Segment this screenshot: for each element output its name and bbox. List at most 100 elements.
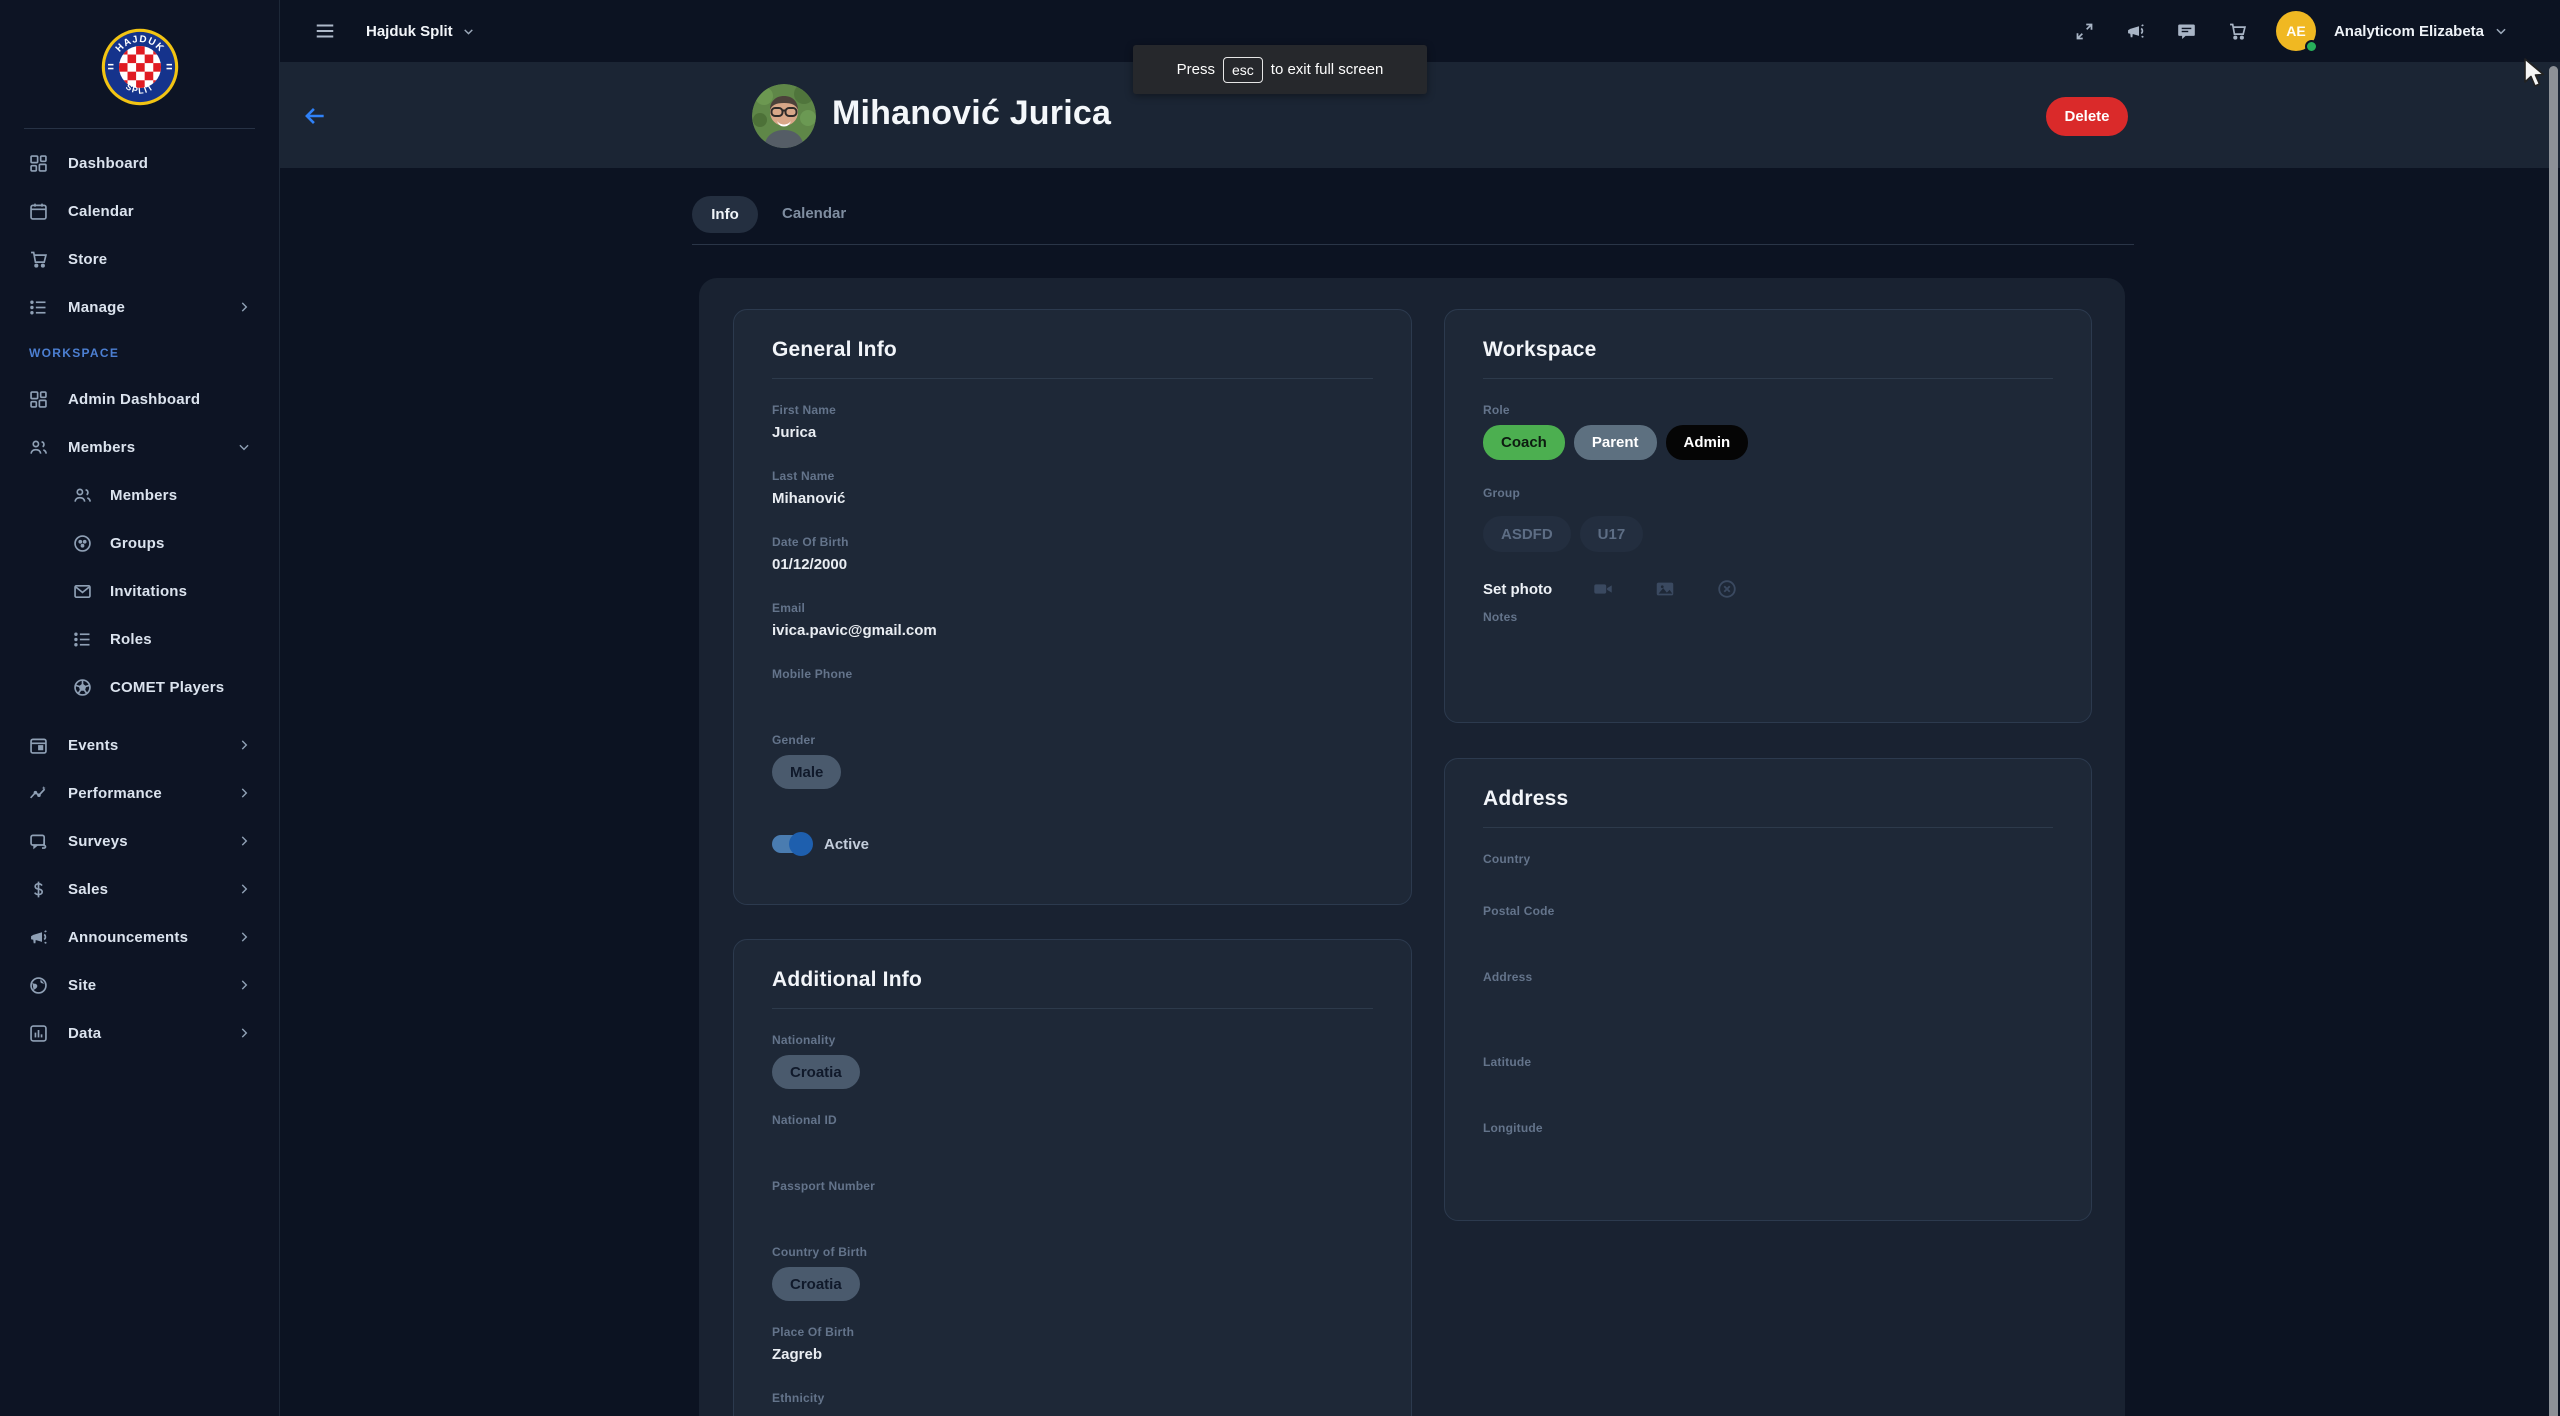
field-label: First Name [772, 403, 1373, 417]
sidebar-item-label: Performance [68, 785, 162, 802]
sidebar-item-events[interactable]: Events [0, 721, 279, 769]
active-toggle-row: Active [772, 835, 1373, 853]
field-place-of-birth[interactable]: Place Of Birth Zagreb [772, 1325, 1373, 1391]
team-name: Hajduk Split [366, 23, 453, 40]
remove-photo-icon[interactable] [1716, 578, 1738, 600]
sidebar-subitem-groups[interactable]: Groups [0, 519, 279, 567]
country-of-birth-pill[interactable]: Croatia [772, 1267, 860, 1301]
field-label: Gender [772, 733, 1373, 747]
scrollbar-thumb[interactable] [2549, 66, 2558, 1416]
role-pill-coach[interactable]: Coach [1483, 425, 1565, 460]
sidebar-item-label: COMET Players [110, 679, 224, 696]
soccer-ball-icon [72, 677, 93, 698]
set-photo-label: Set photo [1483, 581, 1552, 598]
group-pills: ASDFD U17 [1483, 508, 2053, 552]
vertical-scrollbar[interactable] [2546, 0, 2560, 1416]
video-camera-icon[interactable] [1592, 578, 1614, 600]
nationality-pill[interactable]: Croatia [772, 1055, 860, 1089]
role-label: Role [1483, 403, 2053, 417]
field-national-id[interactable]: National ID [772, 1113, 1373, 1179]
members-icon [72, 485, 93, 506]
sidebar-item-label: Members [110, 487, 177, 504]
chevron-right-icon [237, 300, 251, 314]
field-label: National ID [772, 1113, 1373, 1127]
card-divider [772, 1008, 1373, 1009]
field-date-of-birth[interactable]: Date Of Birth 01/12/2000 [772, 535, 1373, 601]
chevron-right-icon [237, 786, 251, 800]
chevron-right-icon [237, 978, 251, 992]
active-toggle[interactable] [772, 835, 810, 853]
sidebar-section-workspace: WORKSPACE [0, 331, 279, 375]
group-pill[interactable]: ASDFD [1483, 516, 1571, 552]
chevron-right-icon [237, 882, 251, 896]
workspace-card: Workspace Role Coach Parent Admin Group … [1444, 309, 2092, 723]
gender-pill[interactable]: Male [772, 755, 841, 789]
notes-label: Notes [1483, 610, 2053, 624]
chevron-down-icon[interactable] [2494, 24, 2508, 38]
sidebar-item-members[interactable]: Members [0, 423, 279, 471]
group-pill[interactable]: U17 [1580, 516, 1644, 552]
sidebar-subitem-comet-players[interactable]: COMET Players [0, 663, 279, 711]
sidebar-subitem-roles[interactable]: Roles [0, 615, 279, 663]
sidebar-item-calendar[interactable]: Calendar [0, 187, 279, 235]
page-title: Mihanović Jurica [832, 94, 1111, 133]
tab-calendar[interactable]: Calendar [782, 205, 846, 222]
sidebar-item-surveys[interactable]: Surveys [0, 817, 279, 865]
field-label: Longitude [1483, 1121, 2053, 1135]
esc-key-badge: esc [1223, 57, 1263, 83]
sidebar-item-store[interactable]: Store [0, 235, 279, 283]
user-name[interactable]: Analyticom Elizabeta [2334, 23, 2484, 40]
sidebar-item-sales[interactable]: Sales [0, 865, 279, 913]
role-pill-admin[interactable]: Admin [1666, 425, 1749, 460]
field-ethnicity[interactable]: Ethnicity [772, 1391, 1373, 1416]
sidebar-item-data[interactable]: Data [0, 1009, 279, 1057]
back-arrow-icon[interactable] [302, 103, 328, 129]
field-label: Mobile Phone [772, 667, 1373, 681]
image-icon[interactable] [1654, 578, 1676, 600]
sidebar-item-announcements[interactable]: Announcements [0, 913, 279, 961]
field-country-of-birth: Country of Birth Croatia [772, 1245, 1373, 1325]
delete-button[interactable]: Delete [2046, 97, 2128, 136]
field-label: Place Of Birth [772, 1325, 1373, 1339]
topbar-actions: AE Analyticom Elizabeta [2044, 11, 2560, 51]
sidebar-item-site[interactable]: Site [0, 961, 279, 1009]
field-email[interactable]: Email ivica.pavic@gmail.com [772, 601, 1373, 667]
field-nationality: Nationality Croatia [772, 1033, 1373, 1113]
chevron-right-icon [237, 930, 251, 944]
sidebar-subitem-members[interactable]: Members [0, 471, 279, 519]
field-first-name[interactable]: First Name Jurica [772, 403, 1373, 469]
field-longitude[interactable]: Longitude [1483, 1121, 2053, 1187]
sidebar-item-label: Manage [68, 299, 125, 316]
hamburger-menu-icon[interactable] [314, 20, 336, 42]
sidebar-item-admin-dashboard[interactable]: Admin Dashboard [0, 375, 279, 423]
user-avatar[interactable]: AE [2276, 11, 2316, 51]
sidebar-item-label: Admin Dashboard [68, 391, 200, 408]
field-country[interactable]: Country [1483, 852, 2053, 904]
sidebar-item-dashboard[interactable]: Dashboard [0, 139, 279, 187]
sidebar-item-label: Announcements [68, 929, 188, 946]
team-switcher[interactable]: Hajduk Split [366, 23, 475, 40]
member-photo [752, 84, 816, 148]
tab-info[interactable]: Info [692, 196, 758, 233]
role-pill-parent[interactable]: Parent [1574, 425, 1657, 460]
field-address[interactable]: Address [1483, 970, 2053, 1055]
field-postal-code[interactable]: Postal Code [1483, 904, 2053, 970]
members-icon [28, 437, 49, 458]
card-divider [1483, 827, 2053, 828]
announcements-icon[interactable] [2125, 21, 2146, 42]
field-mobile-phone[interactable]: Mobile Phone [772, 667, 1373, 733]
sidebar-item-manage[interactable]: Manage [0, 283, 279, 331]
sidebar-item-performance[interactable]: Performance [0, 769, 279, 817]
cart-icon[interactable] [2227, 21, 2248, 42]
card-divider [772, 378, 1373, 379]
field-latitude[interactable]: Latitude [1483, 1055, 2053, 1121]
sidebar-subitem-invitations[interactable]: Invitations [0, 567, 279, 615]
toggle-label: Active [824, 836, 869, 853]
card-title: Address [1483, 787, 2053, 811]
field-last-name[interactable]: Last Name Mihanović [772, 469, 1373, 535]
card-title: General Info [772, 338, 1373, 362]
messages-icon[interactable] [2176, 21, 2197, 42]
fullscreen-icon[interactable] [2074, 21, 2095, 42]
field-passport-number[interactable]: Passport Number [772, 1179, 1373, 1245]
address-card: Address Country Postal Code Address Lati… [1444, 758, 2092, 1221]
